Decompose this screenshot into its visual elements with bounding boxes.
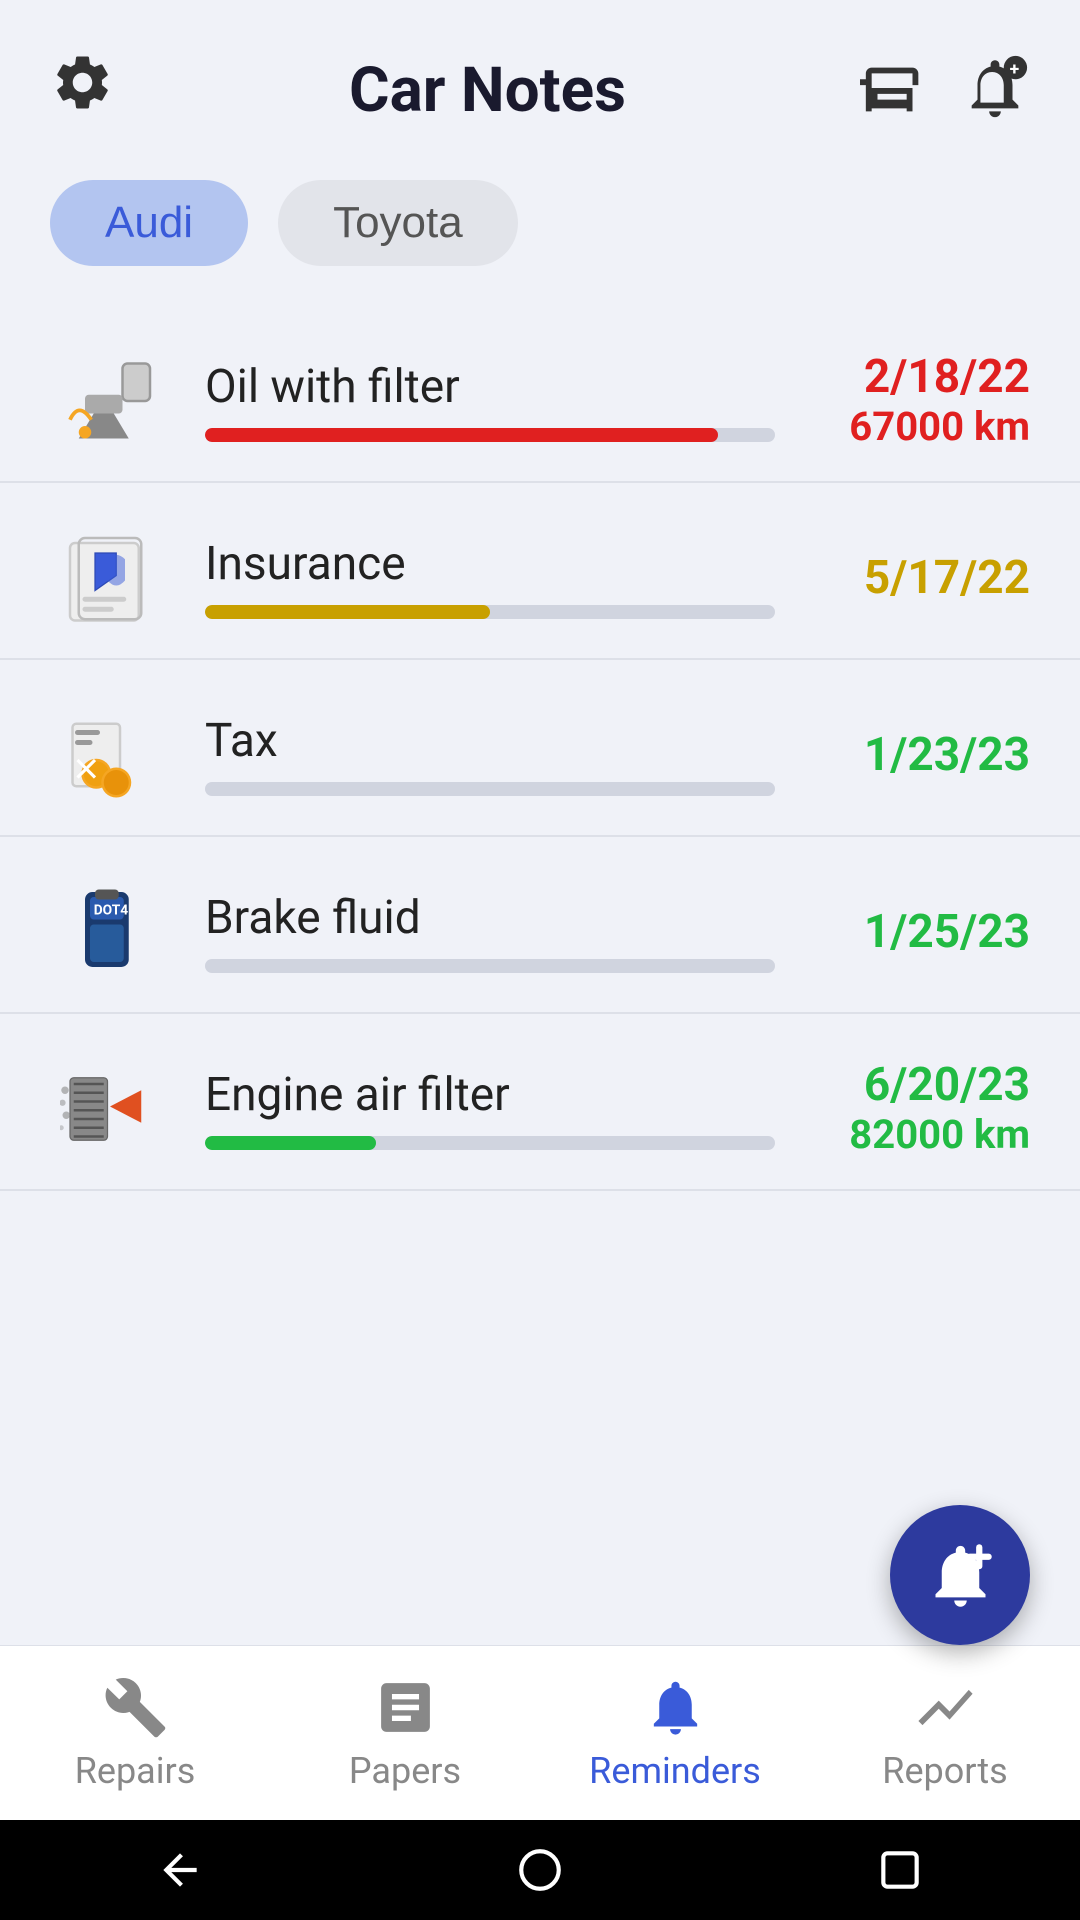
reminder-date-primary: 1/25/23 (810, 906, 1030, 959)
reminder-name: Insurance (205, 537, 775, 591)
papers-icon (373, 1675, 438, 1740)
reminder-progress-fill (205, 1136, 376, 1150)
add-notification-icon[interactable]: + (960, 53, 1030, 127)
svg-text:DOT4: DOT4 (94, 903, 128, 919)
nav-papers[interactable]: Papers (270, 1660, 540, 1807)
reminder-date: 1/23/23 (810, 729, 1030, 782)
reminder-date: 1/25/23 (810, 906, 1030, 959)
reminder-progress-bar (205, 959, 775, 973)
back-button[interactable] (150, 1840, 210, 1900)
reminder-date-primary: 5/17/22 (810, 552, 1030, 605)
reminder-item[interactable]: DOT4 Brake fluid 1/25/23 (0, 837, 1080, 1014)
app-title: Car Notes (115, 54, 860, 127)
reminder-progress-fill (205, 605, 490, 619)
tab-toyota[interactable]: Toyota (278, 180, 518, 266)
reminder-item[interactable]: Oil with filter 2/18/2267000 km (0, 306, 1080, 483)
nav-reminders[interactable]: Reminders (540, 1660, 810, 1807)
reminder-date: 2/18/2267000 km (810, 351, 1030, 452)
reminder-name: Engine air filter (205, 1068, 775, 1122)
add-reminder-fab[interactable] (890, 1505, 1030, 1645)
reminder-icon-oil (50, 341, 170, 461)
home-button[interactable] (510, 1840, 570, 1900)
header: Car Notes + (0, 0, 1080, 160)
reminder-icon-airfilter (50, 1049, 170, 1169)
reminder-name: Brake fluid (205, 891, 775, 945)
reminder-content: Oil with filter (205, 360, 775, 442)
reminder-date-secondary: 67000 km (810, 403, 1030, 451)
reminder-content: Tax (205, 714, 775, 796)
reminder-date-primary: 1/23/23 (810, 729, 1030, 782)
reminders-label: Reminders (589, 1750, 761, 1792)
reminder-date-primary: 2/18/22 (810, 351, 1030, 404)
repairs-label: Repairs (75, 1750, 196, 1792)
car-tabs: Audi Toyota (0, 160, 1080, 296)
garage-icon[interactable] (860, 53, 930, 127)
reports-icon (913, 1675, 978, 1740)
repairs-icon (103, 1675, 168, 1740)
reminder-date: 5/17/22 (810, 552, 1030, 605)
reminder-item[interactable]: Engine air filter 6/20/2382000 km (0, 1014, 1080, 1191)
system-nav (0, 1820, 1080, 1920)
tab-audi[interactable]: Audi (50, 180, 248, 266)
papers-label: Papers (349, 1750, 461, 1792)
header-actions: + (860, 53, 1030, 127)
reminder-name: Oil with filter (205, 360, 775, 414)
reminder-date: 6/20/2382000 km (810, 1059, 1030, 1160)
reminders-icon (643, 1675, 708, 1740)
reminder-name: Tax (205, 714, 775, 768)
reminder-content: Engine air filter (205, 1068, 775, 1150)
recents-button[interactable] (870, 1840, 930, 1900)
settings-icon[interactable] (50, 50, 115, 130)
reminder-progress-fill (205, 428, 718, 442)
reminder-list: Oil with filter 2/18/2267000 km Insurance… (0, 296, 1080, 1645)
nav-reports[interactable]: Reports (810, 1660, 1080, 1807)
reminder-content: Brake fluid (205, 891, 775, 973)
reminder-icon-insurance (50, 518, 170, 638)
reports-label: Reports (882, 1750, 1007, 1792)
reminder-item[interactable]: Tax 1/23/23 (0, 660, 1080, 837)
reminder-progress-bar (205, 428, 775, 442)
nav-repairs[interactable]: Repairs (0, 1660, 270, 1807)
reminder-progress-bar (205, 1136, 775, 1150)
reminder-icon-brake: DOT4 (50, 872, 170, 992)
reminder-content: Insurance (205, 537, 775, 619)
reminder-date-secondary: 82000 km (810, 1111, 1030, 1159)
reminder-item[interactable]: Insurance 5/17/22 (0, 483, 1080, 660)
reminder-date-primary: 6/20/23 (810, 1059, 1030, 1112)
reminder-progress-bar (205, 605, 775, 619)
reminder-progress-bar (205, 782, 775, 796)
reminder-icon-tax (50, 695, 170, 815)
svg-text:+: + (1010, 60, 1020, 80)
bottom-nav: Repairs Papers Reminders Reports (0, 1645, 1080, 1820)
